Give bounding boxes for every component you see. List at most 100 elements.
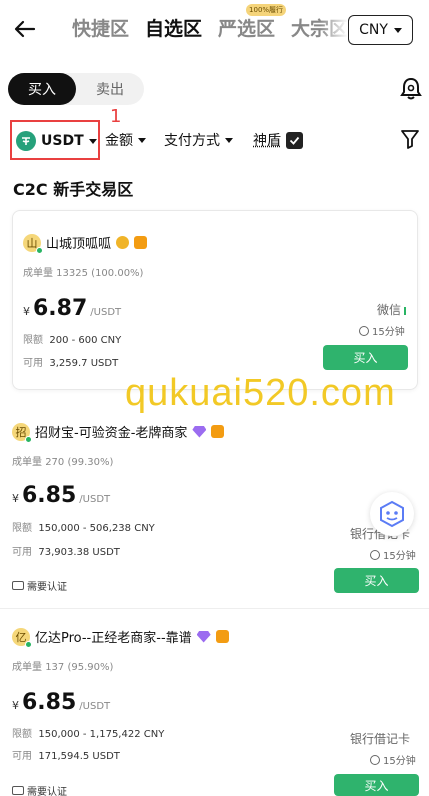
coin-filter[interactable]: USDT bbox=[10, 120, 100, 160]
price-unit: /USDT bbox=[90, 307, 122, 318]
currency-label: CNY bbox=[359, 22, 388, 38]
assistant-bot-button[interactable] bbox=[370, 492, 414, 536]
merchant-row[interactable]: 亿 亿达Pro--正经老商家--靠谱 bbox=[12, 627, 229, 648]
available-label: 可用 bbox=[23, 358, 43, 369]
pay-time: 15分钟 bbox=[370, 752, 416, 767]
amount-filter[interactable]: 金额 bbox=[105, 130, 146, 150]
payment-filter[interactable]: 支付方式 bbox=[164, 130, 233, 150]
clock-icon bbox=[359, 325, 369, 336]
payment-method: 微信 bbox=[377, 301, 407, 318]
currency-select[interactable]: CNY bbox=[348, 15, 413, 45]
bell-settings-icon[interactable] bbox=[399, 76, 423, 102]
merchant-row[interactable]: 山 山城顶呱呱 bbox=[23, 233, 148, 254]
buy-toggle[interactable]: 买入 bbox=[8, 73, 76, 105]
caret-down-icon bbox=[225, 137, 233, 143]
order-volume: 成单量 270 (99.30%) bbox=[12, 453, 113, 468]
market-tabs: 快捷区 自选区 严选区 100%履行 大宗区 bbox=[72, 4, 348, 41]
caret-down-icon bbox=[393, 27, 402, 33]
merchant-row[interactable]: 招 招财宝-可验资金-老牌商家 bbox=[12, 422, 225, 443]
id-card-icon bbox=[12, 581, 24, 590]
watermark: qukuai520.com bbox=[125, 372, 396, 414]
buy-button[interactable]: 买入 bbox=[323, 345, 408, 370]
back-arrow-icon[interactable] bbox=[12, 16, 38, 42]
price-currency: ¥ bbox=[12, 699, 19, 712]
buy-button[interactable]: 买入 bbox=[334, 774, 419, 796]
caret-down-icon bbox=[138, 137, 146, 143]
section-title: C2C 新手交易区 bbox=[13, 180, 134, 199]
price: ¥ 6.85 /USDT bbox=[12, 690, 110, 715]
price: ¥ 6.85 /USDT bbox=[12, 483, 110, 508]
order-volume-value: 270 (99.30%) bbox=[45, 457, 114, 468]
tab-quick[interactable]: 快捷区 bbox=[72, 14, 129, 41]
tab-custom[interactable]: 自选区 bbox=[145, 14, 202, 41]
merchant-name: 招财宝-可验资金-老牌商家 bbox=[35, 426, 188, 441]
price-unit: /USDT bbox=[79, 701, 111, 712]
tab-selected-badge: 100%履行 bbox=[246, 4, 287, 16]
price-currency: ¥ bbox=[23, 305, 30, 318]
limit-value: 150,000 - 1,175,422 CNY bbox=[38, 729, 165, 740]
buy-button[interactable]: 买入 bbox=[334, 568, 419, 593]
avatar: 招 bbox=[12, 422, 32, 443]
diamond-badge-icon bbox=[196, 630, 211, 643]
avatar: 亿 bbox=[12, 627, 32, 648]
price-value: 6.85 bbox=[22, 690, 77, 715]
wechat-bar-icon bbox=[404, 306, 407, 315]
pay-time-value: 15分钟 bbox=[383, 756, 416, 767]
tether-icon bbox=[16, 131, 36, 151]
price-currency: ¥ bbox=[12, 492, 19, 505]
tabs-fade bbox=[320, 8, 348, 48]
merchant-name: 亿达Pro--正经老商家--靠谱 bbox=[35, 631, 192, 646]
divider bbox=[0, 608, 429, 609]
buy-sell-toggle: 买入 卖出 bbox=[8, 73, 144, 105]
shield-filter[interactable]: 神盾 bbox=[253, 130, 303, 150]
available: 可用 73,903.38 USDT bbox=[12, 543, 120, 558]
limit-label: 限额 bbox=[12, 729, 32, 740]
limit: 限额 200 - 600 CNY bbox=[23, 331, 121, 346]
price-value: 6.85 bbox=[22, 483, 77, 508]
available-value: 73,903.38 USDT bbox=[38, 547, 120, 558]
limit: 限额 150,000 - 506,238 CNY bbox=[12, 519, 155, 534]
robot-icon bbox=[380, 500, 404, 528]
pay-time-value: 15分钟 bbox=[383, 551, 416, 562]
payment-filter-label: 支付方式 bbox=[164, 133, 220, 149]
available-value: 3,259.7 USDT bbox=[49, 358, 119, 369]
pay-time: 15分钟 bbox=[359, 323, 405, 338]
available: 可用 3,259.7 USDT bbox=[23, 354, 118, 369]
id-card-icon bbox=[12, 786, 24, 795]
shield-badge-icon bbox=[215, 630, 229, 643]
kyc-label: 需要认证 bbox=[27, 787, 67, 796]
available: 可用 171,594.5 USDT bbox=[12, 747, 120, 762]
top-bar: 快捷区 自选区 严选区 100%履行 大宗区 CNY bbox=[0, 0, 429, 60]
tab-selected-label: 严选区 bbox=[218, 18, 276, 40]
coin-filter-label: USDT bbox=[41, 133, 84, 149]
online-dot bbox=[25, 435, 32, 443]
order-volume-label: 成单量 bbox=[12, 662, 42, 673]
diamond-badge-icon bbox=[192, 425, 207, 438]
limit-label: 限额 bbox=[23, 335, 43, 346]
pay-time: 15分钟 bbox=[370, 547, 416, 562]
order-volume: 成单量 13325 (100.00%) bbox=[23, 268, 144, 279]
limit-value: 150,000 - 506,238 CNY bbox=[38, 523, 155, 534]
coin-filter-inner: USDT bbox=[16, 131, 97, 151]
listing-card: 山 山城顶呱呱 成单量 13325 (100.00%) ¥ 6.87 /USDT… bbox=[12, 210, 418, 390]
pay-time-value: 15分钟 bbox=[372, 327, 405, 338]
limit-label: 限额 bbox=[12, 523, 32, 534]
order-volume-value: 137 (95.90%) bbox=[45, 662, 114, 673]
shield-badge-icon bbox=[134, 236, 148, 249]
checkbox-checked-icon[interactable] bbox=[286, 131, 303, 149]
step-marker: 1 bbox=[110, 106, 122, 127]
kyc-required: 需要认证 bbox=[12, 783, 67, 796]
avatar: 山 bbox=[23, 233, 43, 254]
available-label: 可用 bbox=[12, 547, 32, 558]
shield-filter-label: 神盾 bbox=[253, 133, 281, 149]
filter-funnel-icon[interactable] bbox=[400, 128, 420, 150]
tab-selected[interactable]: 严选区 100%履行 bbox=[218, 4, 287, 41]
caret-down-icon bbox=[88, 138, 97, 144]
gold-badge-icon bbox=[116, 236, 130, 249]
online-dot bbox=[36, 246, 43, 254]
payment-method: 银行借记卡 bbox=[350, 732, 411, 746]
available-label: 可用 bbox=[12, 751, 32, 762]
price-unit: /USDT bbox=[79, 494, 111, 505]
sell-toggle[interactable]: 卖出 bbox=[76, 73, 144, 105]
limit: 限额 150,000 - 1,175,422 CNY bbox=[12, 725, 164, 740]
